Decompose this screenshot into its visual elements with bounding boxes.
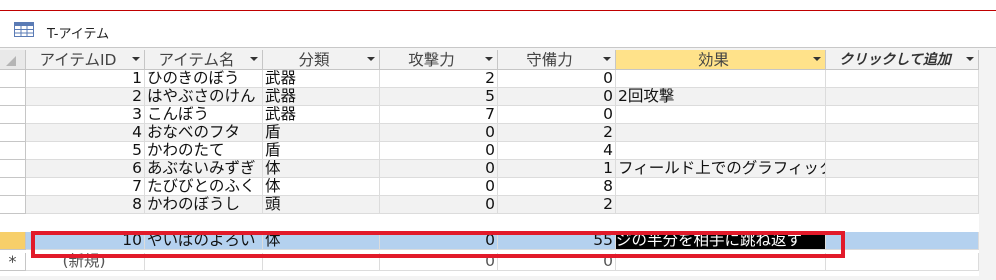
cell-defense[interactable]: 2 [498,124,616,142]
cell-add[interactable] [826,106,979,124]
column-header-item-id[interactable]: アイテムID [26,50,145,70]
cell-category[interactable]: 体 [263,178,380,196]
cell-attack[interactable]: 2 [380,70,498,88]
cell-add[interactable] [826,70,979,88]
table-tab[interactable]: T-アイテム [0,11,996,48]
cell-item-id[interactable]: 2 [26,88,145,106]
dropdown-arrow-icon[interactable] [966,57,974,61]
dropdown-arrow-icon[interactable] [250,57,258,61]
column-header-item-name[interactable]: アイテム名 [145,50,263,70]
column-header-attack[interactable]: 攻撃力 [380,50,498,70]
cell-defense[interactable]: 4 [498,142,616,160]
cell-item-id[interactable]: 4 [26,124,145,142]
cell-category[interactable]: 盾 [263,142,380,160]
cell-attack[interactable]: 0 [380,160,498,178]
corner-triangle-icon [6,56,16,66]
select-all-corner[interactable] [0,50,26,70]
row-selector[interactable] [0,106,26,124]
cell-attack[interactable]: 0 [380,178,498,196]
cell-item-name[interactable]: こんぼう [145,106,263,124]
column-header-effect[interactable]: 効果 [616,50,826,70]
table-row[interactable]: 3 こんぼう 武器 7 0 [0,106,979,124]
cell-category[interactable]: 武器 [263,70,380,88]
cell-item-name[interactable]: ひのきのぼう [145,70,263,88]
table-row[interactable]: 2 はやぶさのけん 武器 5 0 2回攻撃 [0,88,979,106]
cell-add-new[interactable] [826,253,979,271]
cell-defense[interactable]: 0 [498,70,616,88]
cell-item-id[interactable]: 8 [26,196,145,214]
table-row[interactable]: 7 たびびとのふく 体 0 8 [0,178,979,196]
new-record-marker[interactable]: * [0,253,26,271]
cell-effect[interactable] [616,106,826,124]
cell-add[interactable] [826,178,979,196]
dropdown-arrow-icon[interactable] [132,57,140,61]
cell-item-id[interactable]: 7 [26,178,145,196]
cell-effect[interactable] [616,196,826,214]
cell-item-id[interactable]: 5 [26,142,145,160]
cell-defense[interactable]: 1 [498,160,616,178]
top-ribbon-edge [0,0,996,11]
cell-category[interactable]: 体 [263,160,380,178]
cell-category[interactable]: 武器 [263,88,380,106]
row-selector[interactable] [0,124,26,142]
column-header-click-to-add[interactable]: クリックして追加 [826,50,979,70]
cell-attack[interactable]: 0 [380,196,498,214]
cell-effect[interactable]: 2回攻撃 [616,88,826,106]
cell-defense[interactable]: 2 [498,196,616,214]
cell-item-name[interactable]: あぶないみずぎ [145,160,263,178]
cell-category[interactable]: 頭 [263,196,380,214]
cell-defense[interactable]: 8 [498,178,616,196]
row-selector[interactable] [0,196,26,214]
dropdown-arrow-icon[interactable] [603,57,611,61]
table-row[interactable]: 4 おなべのフタ 盾 0 2 [0,124,979,142]
cell-category[interactable]: 武器 [263,106,380,124]
cell-attack[interactable]: 5 [380,88,498,106]
cell-item-name[interactable]: かわのたて [145,142,263,160]
cell-defense[interactable]: 0 [498,106,616,124]
row-selector[interactable] [0,160,26,178]
cell-add[interactable] [826,88,979,106]
dropdown-arrow-icon[interactable] [813,57,821,61]
cell-item-name[interactable]: かわのぼうし [145,196,263,214]
cell-effect[interactable] [616,178,826,196]
cell-item-name[interactable]: おなべのフタ [145,124,263,142]
cell-attack[interactable]: 7 [380,106,498,124]
cell-attack[interactable]: 0 [380,142,498,160]
row-selector[interactable] [0,70,26,88]
cell-add[interactable] [826,124,979,142]
cell-effect[interactable] [616,124,826,142]
cell-category[interactable]: 盾 [263,124,380,142]
cell-attack[interactable]: 0 [380,124,498,142]
table-row[interactable]: 1 ひのきのぼう 武器 2 0 [0,70,979,88]
cell-defense[interactable]: 0 [498,88,616,106]
annotation-highlight-box [31,231,845,258]
cell-add[interactable] [826,142,979,160]
row-selector[interactable] [0,178,26,196]
table-row[interactable]: 8 かわのぼうし 頭 0 2 [0,196,979,214]
cell-item-id[interactable]: 6 [26,160,145,178]
cell-item-name[interactable]: はやぶさのけん [145,88,263,106]
table-icon [14,22,34,37]
cell-item-id[interactable]: 1 [26,70,145,88]
cell-item-id[interactable]: 3 [26,106,145,124]
column-header-category[interactable]: 分類 [263,50,380,70]
row-selector-current[interactable] [0,232,26,250]
cell-add[interactable] [826,160,979,178]
dropdown-arrow-icon[interactable] [367,57,375,61]
dropdown-arrow-icon[interactable] [485,57,493,61]
tab-title: T-アイテム [47,27,110,42]
cell-effect[interactable] [616,70,826,88]
cell-effect[interactable]: フィールド上でのグラフィック [616,160,826,178]
table-row[interactable]: 6 あぶないみずぎ 体 0 1 フィールド上でのグラフィック [0,160,979,178]
cell-effect[interactable] [616,142,826,160]
cell-add[interactable] [826,232,979,250]
row-selector[interactable] [0,88,26,106]
row-selector[interactable] [0,142,26,160]
table-row[interactable]: 5 かわのたて 盾 0 4 [0,142,979,160]
cell-item-name[interactable]: たびびとのふく [145,178,263,196]
column-header-defense[interactable]: 守備力 [498,50,616,70]
cell-add[interactable] [826,196,979,214]
